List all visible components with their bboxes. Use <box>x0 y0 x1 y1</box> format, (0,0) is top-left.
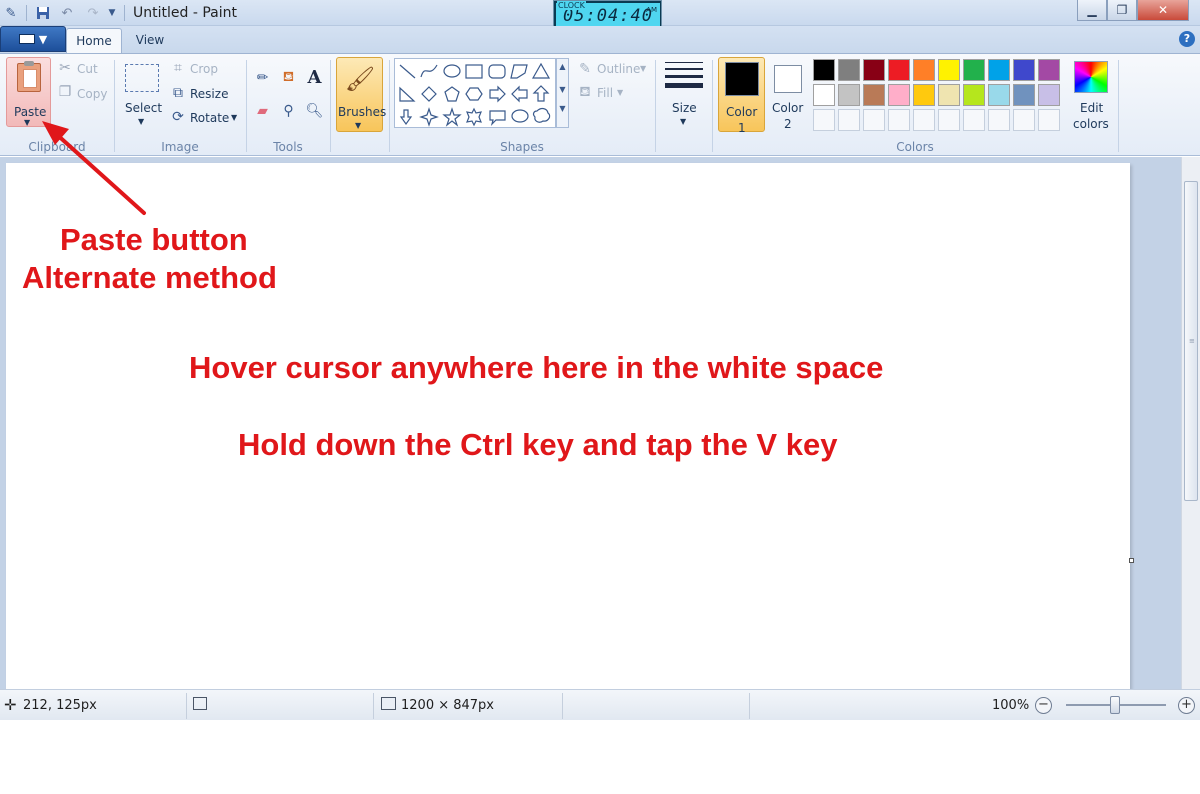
selection-size-icon <box>193 697 207 710</box>
canvas-size: 1200 × 847px <box>401 698 494 713</box>
divider <box>373 693 374 719</box>
canvas-size-icon <box>381 697 396 710</box>
vertical-scrollbar-thumb[interactable]: ≡ <box>1184 181 1198 501</box>
divider <box>186 693 187 719</box>
zoom-out-button[interactable]: − <box>1035 697 1052 714</box>
divider <box>749 693 750 719</box>
cursor-position: 212, 125px <box>23 698 97 713</box>
vertical-scrollbar[interactable]: ≡ <box>1181 157 1200 689</box>
zoom-in-button[interactable]: + <box>1178 697 1195 714</box>
page-background <box>0 720 1200 794</box>
status-bar: ✛ 212, 125px 1200 × 847px 100% − + <box>0 689 1200 720</box>
zoom-level: 100% <box>992 698 1030 713</box>
cursor-position-icon: ✛ <box>4 696 17 714</box>
divider <box>562 693 563 719</box>
annotation-arrow-icon <box>42 121 146 215</box>
scroll-grip-icon: ≡ <box>1189 337 1195 345</box>
zoom-slider-thumb[interactable] <box>1110 696 1120 714</box>
